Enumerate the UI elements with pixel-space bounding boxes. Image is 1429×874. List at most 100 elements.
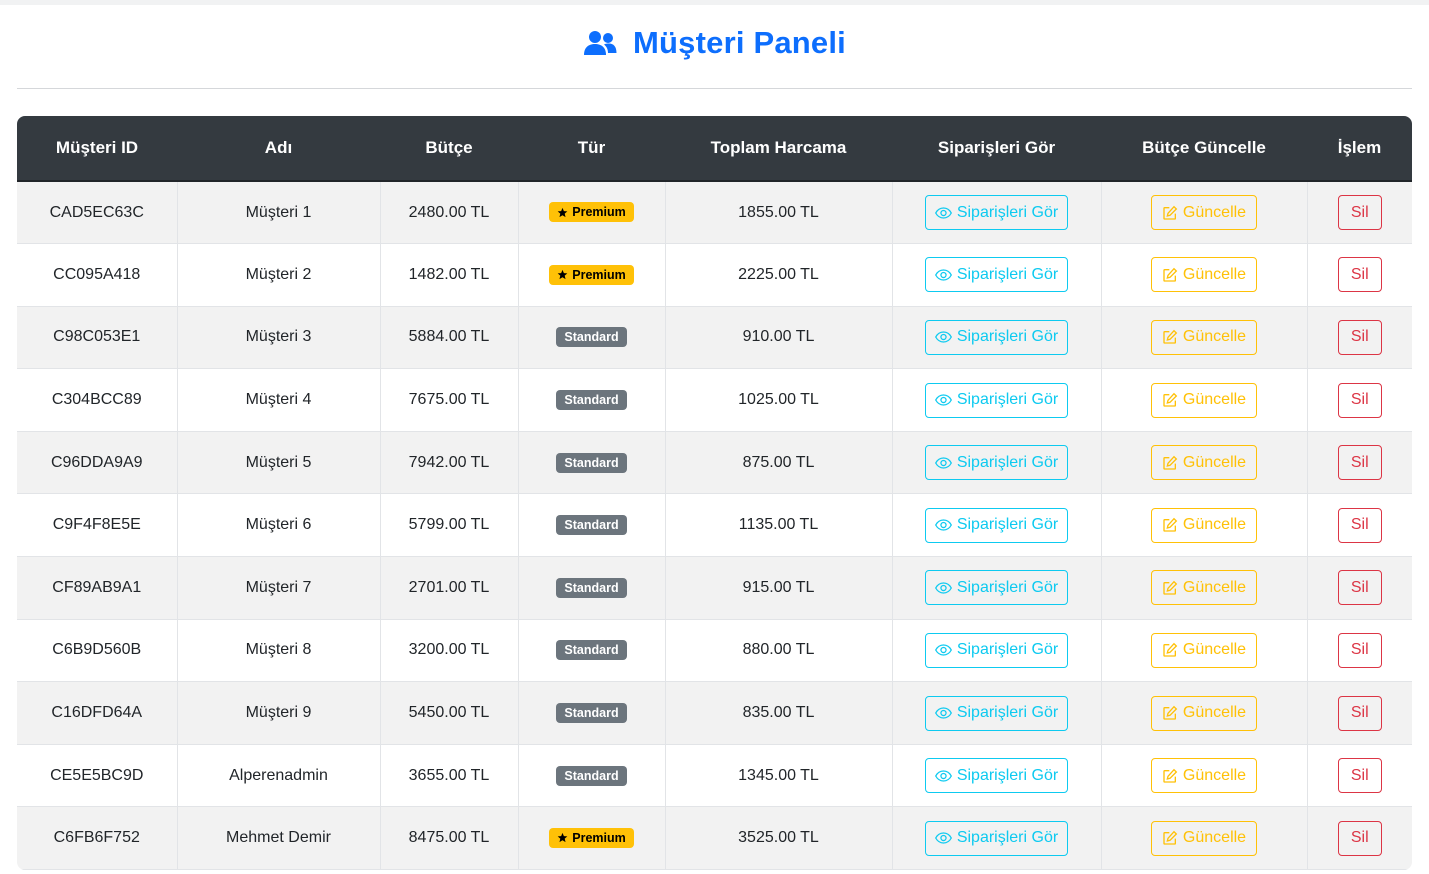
update-budget-button[interactable]: Güncelle: [1150, 382, 1258, 418]
customer-type-cell: Standard: [517, 556, 665, 620]
view-orders-button[interactable]: Siparişleri Gör: [924, 445, 1069, 481]
page-header: Müşteri Paneli: [17, 5, 1412, 89]
update-budget-cell: Güncelle: [1100, 619, 1307, 683]
view-orders-label: Siparişleri Gör: [956, 641, 1059, 659]
delete-label: Sil: [1350, 391, 1369, 409]
edit-icon: [1162, 267, 1178, 283]
customer-type-cell: Premium: [517, 243, 665, 307]
update-budget-button[interactable]: Güncelle: [1150, 632, 1258, 668]
update-budget-button[interactable]: Güncelle: [1150, 820, 1258, 856]
delete-button[interactable]: Sil: [1337, 695, 1382, 731]
edit-icon: [1162, 768, 1178, 784]
table-row: C6FB6F752 Mehmet Demir 8475.00 TL Premiu…: [17, 806, 1412, 871]
customer-id: C9F4F8E5E: [17, 493, 177, 558]
view-orders-cell: Siparişleri Gör: [891, 619, 1101, 683]
delete-button[interactable]: Sil: [1337, 820, 1382, 856]
update-budget-button[interactable]: Güncelle: [1150, 257, 1258, 293]
customer-id: C6B9D560B: [17, 619, 177, 683]
customer-name: Müşteri 1: [176, 181, 380, 245]
delete-button[interactable]: Sil: [1337, 257, 1382, 293]
delete-button[interactable]: Sil: [1337, 195, 1382, 231]
edit-icon: [1162, 329, 1178, 345]
customer-name: Müşteri 4: [176, 368, 380, 432]
table-row: C304BCC89 Müşteri 4 7675.00 TL Standard …: [17, 368, 1412, 432]
update-budget-cell: Güncelle: [1100, 368, 1307, 432]
action-cell: Sil: [1306, 181, 1412, 245]
type-badge-label: Standard: [564, 518, 619, 533]
eye-icon: [934, 832, 952, 844]
view-orders-button[interactable]: Siparişleri Gör: [924, 758, 1069, 794]
customer-id: C6FB6F752: [17, 806, 177, 871]
view-orders-label: Siparişleri Gör: [956, 203, 1059, 221]
customer-total-spend: 1025.00 TL: [664, 368, 892, 432]
eye-icon: [934, 644, 952, 657]
customer-total-spend: 1345.00 TL: [664, 744, 892, 808]
customer-name: Müşteri 5: [176, 431, 380, 495]
delete-button[interactable]: Sil: [1337, 319, 1382, 355]
type-badge-label: Standard: [564, 455, 619, 470]
customer-name: Müşteri 9: [176, 681, 380, 745]
customer-budget: 5884.00 TL: [379, 306, 518, 370]
view-orders-button[interactable]: Siparişleri Gör: [924, 319, 1069, 355]
type-badge: Standard: [556, 765, 627, 786]
eye-icon: [934, 269, 952, 281]
delete-button[interactable]: Sil: [1337, 632, 1382, 668]
type-badge-label: Standard: [564, 706, 619, 721]
column-header-name: Adı: [177, 116, 380, 182]
update-budget-button[interactable]: Güncelle: [1150, 695, 1258, 731]
update-budget-button[interactable]: Güncelle: [1150, 445, 1258, 481]
delete-label: Sil: [1350, 641, 1369, 659]
edit-icon: [1162, 830, 1178, 846]
update-budget-button[interactable]: Güncelle: [1150, 507, 1258, 543]
customer-id: CE5E5BC9D: [17, 744, 177, 808]
title-wrap: Müşteri Paneli: [583, 25, 846, 61]
action-cell: Sil: [1306, 806, 1412, 871]
view-orders-cell: Siparişleri Gör: [891, 181, 1101, 245]
delete-button[interactable]: Sil: [1337, 507, 1382, 543]
customer-type-cell: Premium: [517, 806, 665, 871]
page-title: Müşteri Paneli: [633, 24, 846, 60]
customer-id: CC095A418: [17, 243, 177, 307]
delete-label: Sil: [1350, 203, 1369, 221]
customer-id: C304BCC89: [17, 368, 177, 432]
update-budget-button[interactable]: Güncelle: [1150, 319, 1258, 355]
update-budget-button[interactable]: Güncelle: [1150, 195, 1258, 231]
customer-type-cell: Standard: [517, 431, 665, 495]
update-label: Güncelle: [1182, 391, 1247, 409]
column-header-total: Toplam Harcama: [665, 116, 892, 182]
delete-label: Sil: [1350, 578, 1369, 596]
delete-label: Sil: [1350, 265, 1369, 283]
view-orders-button[interactable]: Siparişleri Gör: [924, 382, 1069, 418]
customer-total-spend: 910.00 TL: [664, 306, 892, 370]
customer-budget: 3200.00 TL: [379, 619, 518, 683]
customer-type-cell: Standard: [517, 368, 665, 432]
view-orders-button[interactable]: Siparişleri Gör: [924, 695, 1069, 731]
customer-name: Müşteri 7: [176, 556, 380, 620]
update-label: Güncelle: [1182, 516, 1247, 534]
delete-button[interactable]: Sil: [1337, 382, 1382, 418]
view-orders-button[interactable]: Siparişleri Gör: [924, 507, 1069, 543]
delete-button[interactable]: Sil: [1337, 758, 1382, 794]
update-budget-button[interactable]: Güncelle: [1150, 570, 1258, 606]
delete-button[interactable]: Sil: [1337, 445, 1382, 481]
customer-id: CAD5EC63C: [17, 181, 177, 245]
star-icon: [557, 832, 568, 843]
update-label: Güncelle: [1182, 328, 1247, 346]
delete-button[interactable]: Sil: [1337, 570, 1382, 606]
customer-table: Müşteri ID Adı Bütçe Tür Toplam Harcama …: [17, 116, 1412, 871]
view-orders-button[interactable]: Siparişleri Gör: [924, 632, 1069, 668]
view-orders-button[interactable]: Siparişleri Gör: [924, 820, 1069, 856]
update-budget-cell: Güncelle: [1100, 306, 1307, 370]
customer-budget: 3655.00 TL: [379, 744, 518, 808]
edit-icon: [1162, 580, 1178, 596]
edit-icon: [1162, 642, 1178, 658]
edit-icon: [1162, 205, 1178, 221]
action-cell: Sil: [1306, 306, 1412, 370]
update-budget-button[interactable]: Güncelle: [1150, 758, 1258, 794]
view-orders-button[interactable]: Siparişleri Gör: [924, 195, 1069, 231]
edit-icon: [1162, 455, 1178, 471]
view-orders-button[interactable]: Siparişleri Gör: [924, 257, 1069, 293]
table-body: CAD5EC63C Müşteri 1 2480.00 TL Premium 1…: [17, 181, 1412, 871]
type-badge: Standard: [556, 577, 627, 598]
view-orders-button[interactable]: Siparişleri Gör: [924, 570, 1069, 606]
